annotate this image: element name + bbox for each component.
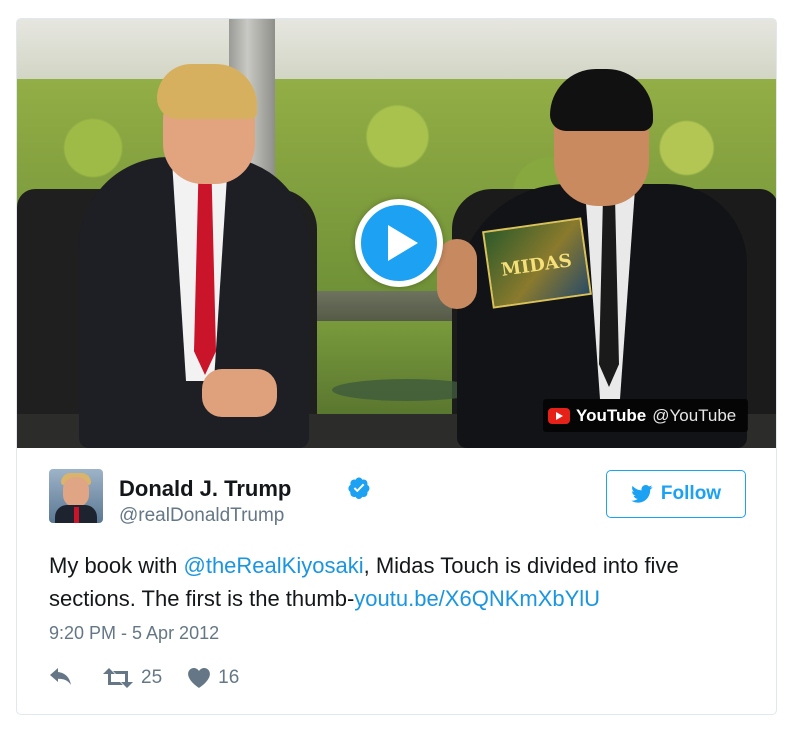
mention-link[interactable]: @theRealKiyosaki [184,553,364,578]
verified-badge-icon [348,477,370,499]
video-person-right-hand [437,239,477,309]
retweet-button[interactable]: 25 [103,667,162,689]
youtube-link[interactable]: youtu.be/X6QNKmXbYlU [354,586,600,611]
heart-icon [188,668,211,688]
reply-icon [50,668,71,685]
youtube-attribution-link[interactable]: YouTube @YouTube [543,399,749,432]
tweet-card: MIDAS YouTube @YouTube Follow Donald J. … [16,18,777,715]
tweet-text: My book with @theRealKiyosaki, Midas Tou… [49,549,749,615]
video-person-left-hands [202,369,277,417]
author-handle[interactable]: @realDonaldTrump [119,505,284,527]
video-player[interactable]: MIDAS YouTube @YouTube [17,19,776,448]
author-name[interactable]: Donald J. Trump [119,476,291,502]
youtube-handle-label: @YouTube [652,405,737,425]
avatar[interactable] [49,469,103,523]
retweet-icon [103,668,133,688]
tweet-author-header: Donald J. Trump @realDonaldTrump [49,469,749,529]
retweet-count: 25 [141,667,163,688]
tweet-actions: 25 16 [49,665,239,691]
tweet-timestamp[interactable]: 9:20 PM - 5 Apr 2012 [49,623,219,644]
play-icon [388,225,418,261]
like-count: 16 [218,667,240,688]
reply-button[interactable] [49,668,73,688]
youtube-logo-icon [548,407,570,424]
play-button[interactable] [355,199,443,287]
youtube-brand-label: YouTube [576,405,647,425]
like-button[interactable]: 16 [188,667,239,689]
tweet-text-part1: My book with [49,553,184,578]
